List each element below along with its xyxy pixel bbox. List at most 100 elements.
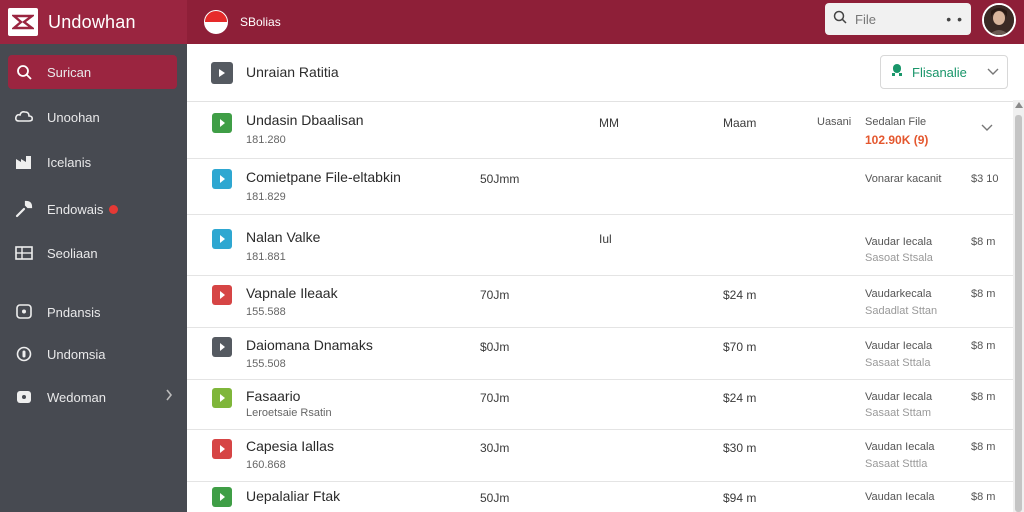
sidebar-item-label: Surican (47, 64, 92, 80)
main-panel: Unraian Ratitia Flisanalie Undasin Dbaal… (187, 44, 1024, 512)
sidebar: Surican Unoohan Icelanis Endowais Seolia… (0, 44, 187, 512)
row-name: Nalan Valke (246, 229, 321, 245)
sidebar-item-label: Seoliaan (47, 245, 98, 261)
filter-icon (891, 63, 903, 82)
table-row[interactable]: Uepalaliar Ftak 50Jm $94 m Vaudan Iecala… (187, 482, 1013, 512)
row-col-1: 50Jmm (480, 172, 520, 186)
table-row[interactable]: Capesia Iallas 160.868 30Jm $30 m Vaudan… (187, 430, 1013, 482)
sidebar-item-label: Unoohan (47, 109, 100, 125)
row-right-top: Vaudar Iecala (865, 340, 933, 352)
row-col-1: 70Jm (480, 288, 510, 302)
row-name: Fasaario (246, 388, 301, 404)
brand[interactable]: Undowhan (0, 0, 187, 44)
row-amount: $8 m (971, 441, 996, 453)
file-type-icon (212, 439, 232, 459)
row-id: 181.280 (246, 134, 286, 146)
row-col-2: Iul (599, 232, 612, 246)
row-right-top: Sedalan File (865, 116, 927, 128)
row-id: 181.881 (246, 251, 286, 263)
chat-icon (14, 387, 34, 407)
row-amount: $8 m (971, 288, 996, 300)
row-amount: $8 m (971, 236, 996, 248)
row-col-3: $24 m (723, 288, 757, 302)
file-type-icon (212, 487, 232, 507)
row-name: Capesia Iallas (246, 438, 334, 454)
row-right-bottom: Sasaat Stttla (865, 458, 928, 470)
table-row[interactable]: Undasin Dbaalisan 181.280 MM Maam Uasani… (187, 102, 1013, 159)
sidebar-item-seoliaan[interactable]: Seoliaan (8, 236, 177, 270)
row-name: Uepalaliar Ftak (246, 488, 341, 504)
row-right-top: Vaudar Iecala (865, 391, 933, 403)
row-id: 160.868 (246, 459, 286, 471)
row-amount: $8 m (971, 340, 996, 352)
row-col-3: $24 m (723, 391, 757, 405)
sidebar-item-icelanis[interactable]: Icelanis (8, 145, 177, 179)
search-input[interactable]: File (855, 12, 946, 27)
sidebar-item-label: Icelanis (47, 154, 92, 170)
wrench-icon (14, 199, 34, 219)
file-type-icon (212, 337, 232, 357)
factory-icon (14, 152, 34, 172)
page-title: Unraian Ratitia (246, 64, 339, 80)
row-id: 155.588 (246, 306, 286, 318)
brand-logo-icon (8, 8, 38, 36)
row-amount: $8 m (971, 391, 996, 403)
grid-icon (14, 243, 34, 263)
more-options-icon[interactable]: • • (946, 11, 963, 27)
row-col-1: 30Jm (480, 441, 510, 455)
sidebar-item-pndansis[interactable]: Pndansis (8, 295, 177, 329)
row-name: Comietpane File-eltabkin (246, 169, 401, 185)
row-col-3: $70 m (723, 340, 757, 354)
table-row[interactable]: Vapnale Ileaak 155.588 70Jm $24 m Vaudar… (187, 276, 1013, 328)
avatar[interactable] (982, 3, 1016, 37)
row-col-3: Maam (723, 116, 757, 130)
row-name: Undasin Dbaalisan (246, 112, 364, 128)
content-header: Unraian Ratitia Flisanalie (187, 44, 1024, 102)
row-id: 181.829 (246, 191, 286, 203)
row-right-top: Vonarar kacanit (865, 173, 942, 185)
row-right-top: Vaudarkecala (865, 288, 932, 300)
sidebar-item-label: Endowais (47, 201, 104, 217)
app-logo-icon (204, 10, 228, 34)
row-right-top: Vaudan Iecala (865, 441, 935, 453)
row-right-bottom: Sasaat Sttam (865, 407, 932, 419)
table-row[interactable]: Fasaario Leroetsaie Rsatin 70Jm $24 m Va… (187, 380, 1013, 430)
app-name: SBolias (240, 15, 281, 29)
search-box[interactable]: File • • (825, 3, 971, 35)
sidebar-item-endowais[interactable]: Endowais (8, 192, 177, 226)
row-amount: $3 10 (971, 173, 999, 185)
sidebar-item-undomsia[interactable]: Undomsia (8, 337, 177, 371)
row-right-bottom: Sasoat Stsala (865, 252, 933, 264)
chevron-right-icon[interactable] (165, 389, 173, 404)
sidebar-item-unoohan[interactable]: Unoohan (8, 100, 177, 134)
chevron-down-icon[interactable] (981, 119, 993, 137)
table-row[interactable]: Daiomana Dnamaks 155.508 $0Jm $70 m Vaud… (187, 328, 1013, 380)
row-right-bottom: Sasaat Sttala (865, 357, 931, 369)
sidebar-item-surican[interactable]: Surican (8, 55, 177, 89)
cloud-icon (14, 107, 34, 127)
row-col-4: Uasani (817, 116, 852, 128)
row-col-1: 70Jm (480, 391, 510, 405)
file-type-icon (212, 285, 232, 305)
file-type-icon (212, 388, 232, 408)
top-bar: Undowhan SBolias File • • (0, 0, 1024, 44)
file-type-icon (212, 113, 232, 133)
table-row[interactable]: Nalan Valke 181.881 Iul Vaudar Iecala Sa… (187, 215, 1013, 276)
row-name: Daiomana Dnamaks (246, 337, 373, 353)
filter-dropdown[interactable]: Flisanalie (880, 55, 1008, 89)
file-type-icon (212, 169, 232, 189)
sidebar-item-label: Pndansis (47, 304, 101, 320)
vertical-scrollbar[interactable] (1013, 100, 1024, 512)
row-col-3: $30 m (723, 441, 757, 455)
scrollbar-thumb[interactable] (1015, 115, 1022, 512)
scroll-up-icon[interactable] (1015, 102, 1023, 108)
row-right-bottom: Sadadlat Sttan (865, 305, 938, 317)
search-icon (833, 10, 847, 29)
app-title: Undowhan (48, 11, 136, 32)
row-accent-value: 102.90K (9) (865, 133, 929, 147)
sidebar-item-label: Wedoman (47, 389, 107, 405)
table-row[interactable]: Comietpane File-eltabkin 181.829 50Jmm V… (187, 159, 1013, 215)
row-col-3: $94 m (723, 491, 757, 505)
sidebar-item-wedoman[interactable]: Wedoman (8, 380, 177, 414)
row-id: Leroetsaie Rsatin (246, 407, 332, 419)
